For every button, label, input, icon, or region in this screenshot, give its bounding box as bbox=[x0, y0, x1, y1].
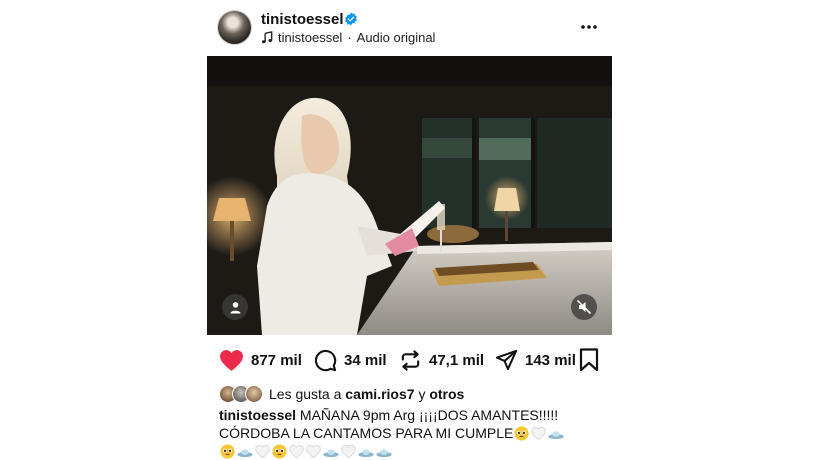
caption-line-1: MAÑANA 9pm Arg ¡¡¡¡DOS AMANTES!!!!! bbox=[299, 407, 559, 423]
more-dots-icon[interactable] bbox=[580, 18, 598, 36]
music-note-icon bbox=[261, 31, 273, 44]
likes-prefix: Les gusta a bbox=[269, 386, 342, 402]
instagram-post: tinistoessel tinistoessel · Audio origin… bbox=[207, 0, 612, 460]
ufo-emoji-icon bbox=[376, 449, 392, 458]
ufo-emoji-icon bbox=[237, 449, 253, 458]
liker-username[interactable]: cami.rios7 bbox=[345, 386, 414, 402]
post-actions-bar: 877 mil 34 mil 47,1 mil 143 mil bbox=[207, 342, 612, 378]
audio-attribution[interactable]: tinistoessel · Audio original bbox=[261, 30, 435, 45]
speaker-muted-icon bbox=[577, 300, 591, 314]
ufo-emoji-icon bbox=[548, 431, 564, 440]
shares-count[interactable]: 143 mil bbox=[525, 352, 576, 369]
share-button[interactable]: 143 mil bbox=[495, 342, 576, 378]
pleading-face-emoji-icon bbox=[514, 426, 529, 441]
post-caption: tinistoessel MAÑANA 9pm Arg ¡¡¡¡DOS AMAN… bbox=[219, 406, 604, 460]
white-heart-emoji-icon bbox=[306, 444, 321, 459]
white-heart-emoji-icon bbox=[255, 444, 270, 459]
user-tag-icon bbox=[229, 301, 241, 314]
liker-avatar bbox=[245, 385, 263, 403]
white-heart-emoji-icon bbox=[531, 426, 547, 441]
comment-icon bbox=[314, 349, 337, 371]
pleading-face-emoji-icon bbox=[220, 444, 235, 459]
verified-badge-icon bbox=[345, 12, 357, 26]
user-tag-button[interactable] bbox=[222, 294, 248, 320]
audio-label[interactable]: Audio original bbox=[357, 30, 436, 45]
repost-button[interactable]: 47,1 mil bbox=[399, 342, 484, 378]
bookmark-icon[interactable] bbox=[578, 348, 600, 372]
likes-count[interactable]: 877 mil bbox=[251, 352, 302, 369]
ufo-emoji-icon bbox=[358, 449, 374, 458]
profile-avatar[interactable] bbox=[218, 11, 251, 44]
liker-avatars bbox=[219, 385, 263, 403]
audio-separator: · bbox=[347, 30, 352, 45]
comments-count[interactable]: 34 mil bbox=[344, 352, 387, 369]
white-heart-emoji-icon bbox=[341, 444, 356, 459]
mute-toggle-button[interactable] bbox=[571, 294, 597, 320]
white-heart-emoji-icon bbox=[289, 444, 304, 459]
ufo-emoji-icon bbox=[323, 449, 339, 458]
share-icon bbox=[495, 349, 518, 370]
post-media-video[interactable] bbox=[207, 56, 612, 335]
like-button[interactable]: 877 mil bbox=[219, 342, 302, 378]
pleading-face-emoji-icon bbox=[272, 444, 287, 459]
repost-icon bbox=[401, 349, 420, 371]
audio-artist[interactable]: tinistoessel bbox=[278, 30, 342, 45]
caption-line-2: CÓRDOBA LA CANTAMOS PARA MI CUMPLE bbox=[219, 425, 514, 441]
post-username[interactable]: tinistoessel bbox=[261, 11, 344, 28]
post-header: tinistoessel tinistoessel · Audio origin… bbox=[207, 0, 612, 56]
likes-joiner: y bbox=[418, 386, 426, 402]
reposts-count[interactable]: 47,1 mil bbox=[429, 352, 484, 369]
likes-others[interactable]: otros bbox=[429, 386, 464, 402]
heart-icon bbox=[220, 349, 243, 371]
video-frame-image bbox=[207, 56, 612, 335]
liked-by-row[interactable]: Les gusta a cami.rios7 y otros bbox=[219, 385, 464, 403]
comment-button[interactable]: 34 mil bbox=[314, 342, 387, 378]
caption-username[interactable]: tinistoessel bbox=[219, 407, 296, 423]
